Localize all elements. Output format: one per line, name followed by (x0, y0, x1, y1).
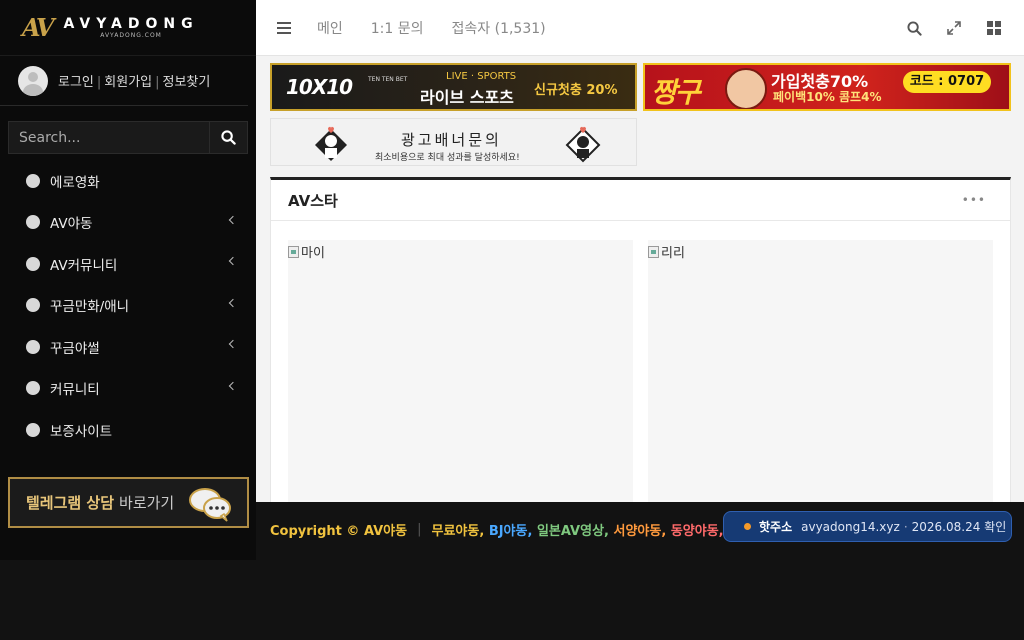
main-content: 10X10 TEN TEN BET LIVE · SPORTS 라이브 스포츠 … (256, 56, 1024, 502)
status-dot-icon (744, 523, 751, 530)
expand-icon (947, 21, 961, 35)
banner-logo: 짱구 (651, 76, 701, 109)
hot-address-date: 2026.08.24 확인 (911, 520, 1007, 534)
search-icon (906, 20, 922, 36)
top-search-button[interactable] (894, 20, 934, 36)
thumbnail-alt-text: 마이 (301, 246, 325, 261)
apps-button[interactable] (974, 21, 1014, 35)
sidebar-item-label: 꾸금만화/애니 (50, 299, 130, 316)
sidebar-item-guarantee-sites[interactable]: 보증사이트 (0, 409, 256, 451)
star-thumbnail[interactable]: 리리 (648, 240, 993, 502)
banner-title: 광고배너문의 (401, 131, 502, 149)
hot-address-label: 핫주소 (759, 520, 793, 534)
chevron-left-icon (228, 256, 238, 266)
divider: | (155, 75, 160, 90)
sidebar-item-label: AV야동 (50, 216, 93, 233)
sidebar-item-label: 커뮤니티 (50, 382, 100, 399)
footer-keyword[interactable]: 무료야동, (432, 524, 489, 539)
broken-image-icon (288, 245, 299, 258)
nav-main[interactable]: 메인 (317, 18, 343, 38)
card-header: AV스타 ••• (271, 180, 1010, 221)
chat-bubbles-icon (189, 488, 231, 522)
sidebar-search (8, 121, 248, 154)
bullet-icon (26, 215, 40, 230)
avatar (18, 65, 48, 96)
login-link[interactable]: 로그인 (58, 75, 94, 90)
divider: | (96, 75, 102, 90)
search-button[interactable] (209, 122, 247, 153)
banner-jjanggu[interactable]: 짱구 가입첫충70% 페이백10% 콤프4% 코드 : 0707 (643, 63, 1011, 111)
broken-image-icon (648, 245, 659, 258)
nav-inquiry[interactable]: 1:1 문의 (371, 18, 424, 38)
chevron-left-icon (228, 298, 238, 307)
copyright-text: Copyright © AV야동 (270, 523, 408, 539)
search-icon (221, 130, 236, 145)
divider: | (417, 521, 422, 537)
card-title: AV스타 (288, 191, 338, 210)
banner-subtitle: 최소비용으로 최대 성과를 달성하세요! (375, 153, 520, 163)
star-thumbnail[interactable]: 마이 (288, 240, 633, 502)
logo-mark: AV (22, 13, 54, 42)
sidebar-item-ero-movie[interactable]: 에로영화 (0, 160, 256, 202)
footer-keyword[interactable]: 일본AV영상, (537, 524, 614, 539)
sidebar-item-label: 꾸금야썰 (50, 340, 100, 357)
sidebar-item-community[interactable]: 커뮤니티 (0, 368, 256, 410)
sidebar-menu: 에로영화 AV야동 AV커뮤니티 꾸금만화/애니 꾸금야썰 커뮤니티 보증사이트 (0, 160, 256, 451)
banner-title: 라이브 스포츠 (420, 88, 514, 107)
sidebar-item-av-community[interactable]: AV커뮤니티 (0, 243, 256, 285)
banner-live-sports[interactable]: 10X10 TEN TEN BET LIVE · SPORTS 라이브 스포츠 … (270, 63, 637, 111)
sidebar-item-label: 보증사이트 (50, 423, 113, 440)
logo-subtitle: AVYADONG.COM (100, 31, 162, 39)
bullet-icon (26, 339, 40, 354)
bullet-icon (26, 381, 40, 396)
hot-address-url: avyadong14.xyz (801, 519, 900, 534)
chevron-left-icon (228, 215, 238, 224)
banner-tagline: LIVE · SPORTS (446, 71, 517, 82)
menu-toggle-icon[interactable] (277, 19, 291, 37)
telegram-sub-label: 바로가기 (119, 494, 175, 512)
banner-brand: 10X10 (286, 75, 353, 99)
sidebar-item-label: 에로영화 (50, 174, 100, 191)
hot-address-badge[interactable]: 핫주소 avyadong14.xyz · 2026.08.24 확인 (723, 511, 1012, 542)
sidebar-item-manga-anime[interactable]: 꾸금만화/애니 (0, 285, 256, 327)
find-info-link[interactable]: 정보찾기 (163, 75, 211, 90)
person-heart-icon (315, 126, 347, 161)
footer-keywords: 무료야동, BJ야동, 일본AV영상, 서양야동, 동양야동, 한 (432, 520, 742, 539)
sidebar-item-label: AV커뮤니티 (50, 257, 118, 274)
telegram-label: 텔레그램 상담 (26, 494, 115, 512)
nav-visitors[interactable]: 접속자 (1,531) (452, 18, 546, 38)
footer-keyword[interactable]: 서양야동, (614, 524, 671, 539)
bullet-icon (26, 422, 40, 437)
search-input[interactable] (9, 122, 209, 153)
sidebar-item-av-yadong[interactable]: AV야동 (0, 202, 256, 244)
bullet-icon (26, 173, 40, 188)
logo-name: AVYADONG (63, 15, 199, 32)
character-image (725, 68, 767, 109)
banner-ad-inquiry[interactable]: 광고배너문의 최소비용으로 최대 성과를 달성하세요! (270, 118, 637, 166)
person-heart-icon (565, 126, 601, 163)
banner-subline: 페이백10% 콤프4% (773, 90, 882, 104)
banner-brand-sub: TEN TEN BET (368, 76, 408, 83)
sidebar-item-stories[interactable]: 꾸금야썰 (0, 326, 256, 368)
chevron-left-icon (228, 381, 238, 390)
footer-keyword[interactable]: BJ야동, (489, 524, 537, 539)
banner-promo: 신규첫충 20% (534, 83, 618, 98)
grid-icon (987, 21, 1001, 35)
signup-link[interactable]: 회원가입 (104, 75, 152, 90)
more-icon[interactable]: ••• (962, 193, 986, 207)
bullet-icon (26, 256, 40, 271)
site-logo[interactable]: AV AVYADONG AVYADONG.COM (0, 0, 256, 56)
fullscreen-button[interactable] (934, 21, 974, 35)
telegram-consult-button[interactable]: 텔레그램 상담 바로가기 (8, 477, 249, 528)
banner-code-badge: 코드 : 0707 (903, 71, 991, 93)
bullet-icon (26, 298, 40, 313)
top-bar: 메인 1:1 문의 접속자 (1,531) (256, 0, 1024, 56)
sidebar: AV AVYADONG AVYADONG.COM 로그인|회원가입|정보찾기 에… (0, 0, 256, 560)
thumbnail-alt-text: 리리 (661, 246, 685, 261)
user-bar: 로그인 | 회원가입 | 정보찾기 (0, 56, 248, 106)
av-star-card: AV스타 ••• 마이 리리 (270, 177, 1011, 502)
footer-keyword[interactable]: 동양야동, (671, 524, 728, 539)
chevron-left-icon (228, 339, 238, 349)
divider: · (903, 519, 908, 534)
